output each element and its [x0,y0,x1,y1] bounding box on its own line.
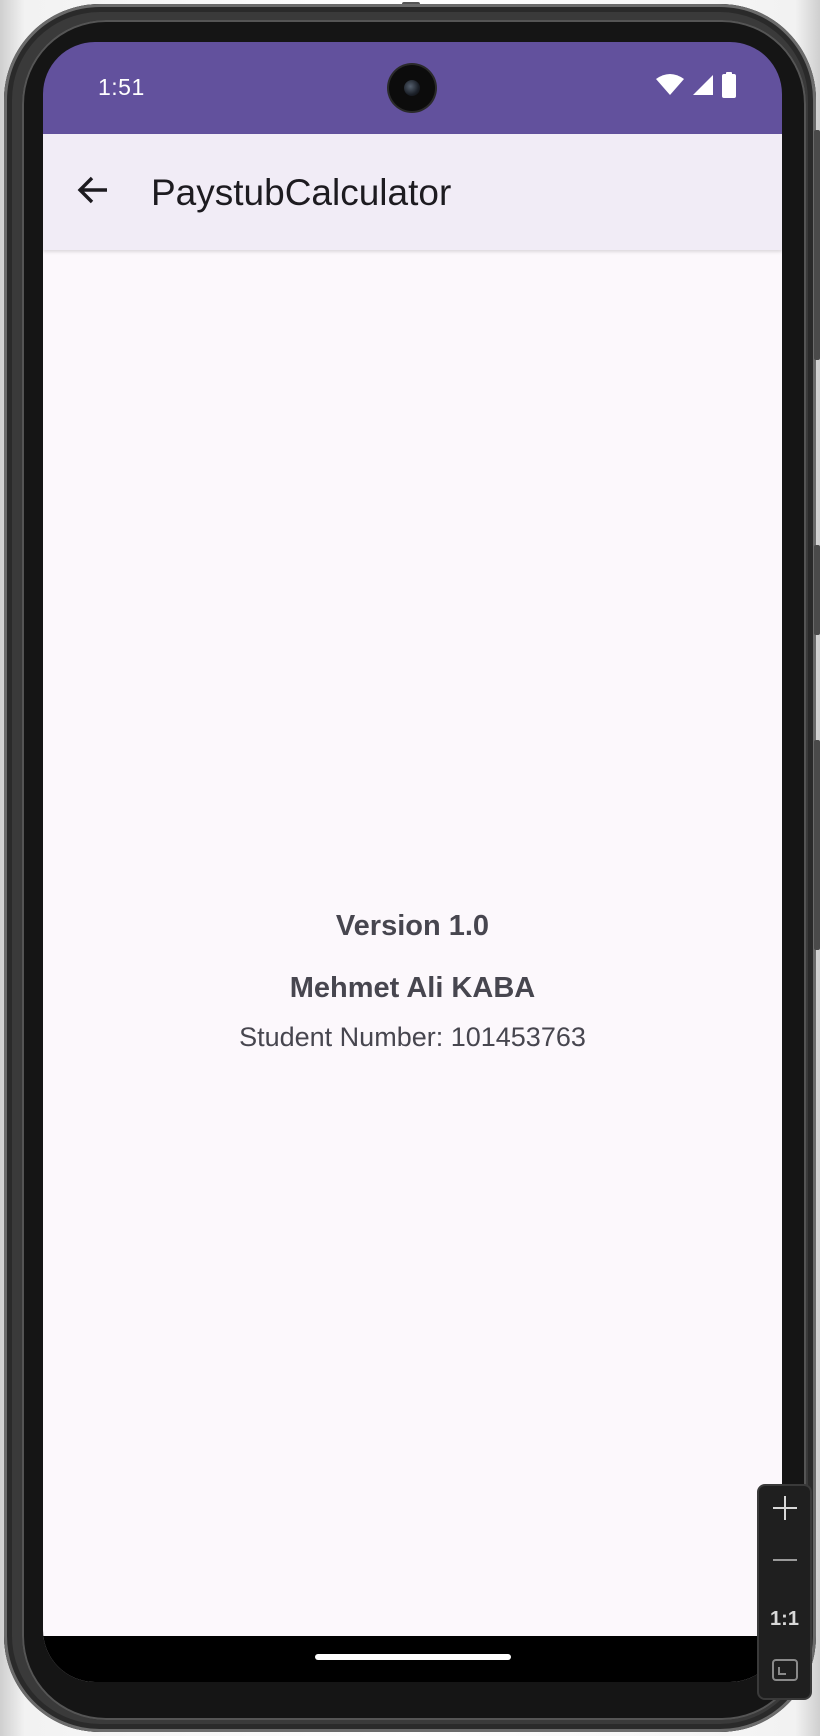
volume-button [814,130,820,360]
back-button[interactable] [65,164,121,220]
about-screen: Version 1.0 Mehmet Ali KABA Student Numb… [43,250,782,1682]
version-label: Version 1.0 [335,910,490,942]
front-camera [389,65,435,111]
fit-screen-icon [771,1658,799,1688]
status-icons [655,72,737,103]
emulator-window: 1:51 PaystubCalculator Version 1.0 Mehme… [0,0,820,1736]
zoom-in-button[interactable] [759,1486,810,1536]
author-name: Mehmet Ali KABA [289,972,536,1004]
about-info: Version 1.0 Mehmet Ali KABA Student Numb… [43,906,782,1056]
app-title: PaystubCalculator [151,172,452,213]
zoom-out-button[interactable] [759,1538,810,1588]
actual-size-label: 1:1 [770,1607,799,1630]
wifi-icon [655,73,685,102]
camera-lens [404,80,420,96]
gesture-nav-bar [43,1636,782,1682]
status-bar: 1:51 [43,42,782,134]
emulator-zoom-toolbar: 1:1 [757,1484,812,1700]
student-number: Student Number: 101453763 [239,1022,586,1052]
arrow-back-icon [76,173,110,212]
fit-screen-button[interactable] [759,1648,810,1698]
home-indicator[interactable] [315,1654,511,1660]
phone-screen: 1:51 PaystubCalculator Version 1.0 Mehme… [43,42,782,1682]
plus-icon [772,1495,798,1527]
power-button [814,545,820,635]
cellular-signal-icon [691,73,715,102]
minus-icon [772,1547,798,1579]
actual-size-button[interactable]: 1:1 [759,1594,810,1644]
status-time: 1:51 [98,74,145,100]
battery-icon [721,72,737,103]
top-app-bar: PaystubCalculator [43,134,782,250]
side-button [814,740,820,950]
